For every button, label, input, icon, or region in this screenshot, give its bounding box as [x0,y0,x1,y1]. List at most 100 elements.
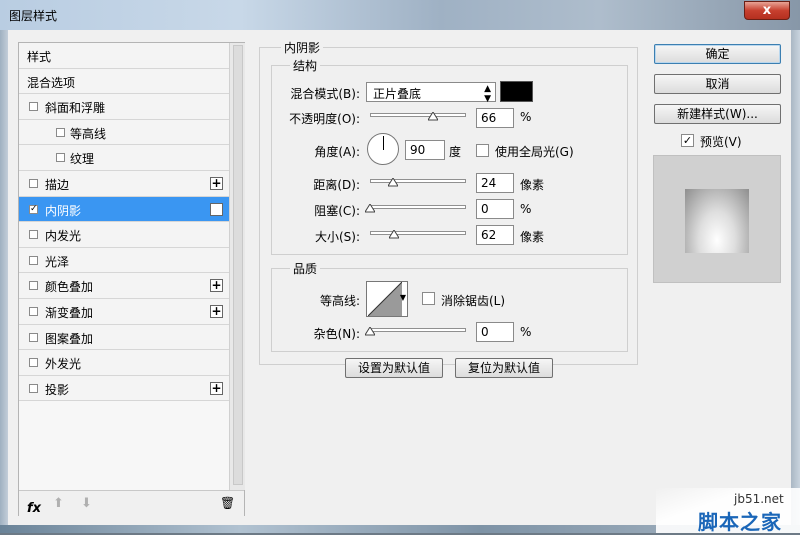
window-right-border [791,30,800,533]
style-row[interactable]: 斜面和浮雕 [19,94,229,120]
angle-dial[interactable] [367,133,399,165]
style-row-label: 混合选项 [27,75,76,90]
close-button[interactable]: x [744,1,790,20]
opacity-unit: % [520,110,532,124]
choke-input[interactable]: 0 [476,199,514,219]
style-row-label: 等高线 [70,126,107,141]
add-effect-icon[interactable]: + [210,381,223,395]
blend-mode-value: 正片叠底 [373,87,422,101]
style-row[interactable]: 渐变叠加 + [19,298,229,325]
section-title: 内阴影 [281,39,324,56]
style-row[interactable]: 外发光 [19,350,229,376]
contour-curve-icon [368,282,402,316]
style-checkbox[interactable] [29,102,38,112]
ok-button[interactable]: 确定 [654,44,781,64]
style-list-scrollbar[interactable] [229,43,245,490]
noise-input[interactable]: 0 [476,322,514,342]
contour-dropdown-icon[interactable]: ▼ [400,293,406,302]
style-row-label: 描边 [45,177,70,192]
style-checkbox[interactable] [29,383,38,393]
style-row-label: 斜面和浮雕 [45,101,106,116]
style-row[interactable]: 样式 [19,43,229,69]
blend-mode-select[interactable]: 正片叠底 ▲ ▼ [366,82,496,104]
choke-unit: % [520,202,532,216]
blend-mode-label: 混合模式(B): [290,87,360,101]
preview-checkbox[interactable]: ✓ [681,134,694,147]
select-arrows-icon: ▲ ▼ [484,84,491,104]
preview-thumbnail [685,189,749,253]
trash-icon[interactable]: 🗑 [220,496,235,510]
style-checkbox[interactable] [29,306,38,316]
style-row[interactable]: ✓ 内阴影 + [19,196,229,223]
add-effect-icon[interactable]: + [210,176,223,190]
size-input[interactable]: 62 [476,225,514,245]
noise-slider[interactable] [370,328,466,332]
size-slider[interactable] [370,231,466,235]
watermark-brand: 脚本之家 [698,510,782,534]
style-checkbox[interactable] [29,255,38,265]
new-style-button[interactable]: 新建样式(W)... [654,104,781,124]
choke-slider-thumb[interactable] [365,204,375,214]
distance-unit: 像素 [520,178,545,192]
cancel-button[interactable]: 取消 [654,74,781,94]
opacity-input[interactable]: 66 [476,108,514,128]
preview-label: 预览(V) [700,135,742,149]
style-checkbox[interactable] [29,230,38,240]
style-checkbox[interactable] [29,358,38,368]
style-checkbox[interactable] [56,153,65,163]
distance-input[interactable]: 24 [476,173,514,193]
style-list-footer: fx. ⬆ ⬇ 🗑 [19,490,244,516]
add-effect-icon[interactable]: + [210,202,223,216]
anti-alias-label: 消除锯齿(L) [441,294,506,308]
distance-slider[interactable] [370,179,466,183]
contour-picker[interactable]: ▼ [366,281,408,317]
angle-unit: 度 [449,145,462,159]
choke-slider[interactable] [370,205,466,209]
distance-slider-thumb[interactable] [388,178,399,188]
angle-input[interactable]: 90 [405,140,445,160]
size-unit: 像素 [520,230,545,244]
style-row-label: 内阴影 [45,203,82,218]
style-row[interactable]: 投影 + [19,375,229,402]
add-effect-icon[interactable]: + [210,304,223,318]
quality-title: 品质 [290,260,321,277]
style-checkbox[interactable] [29,281,38,291]
opacity-slider-thumb[interactable] [428,112,439,122]
scrollbar-thumb[interactable] [233,45,243,485]
style-checkbox[interactable] [56,127,65,137]
style-row[interactable]: 图案叠加 [19,324,229,351]
move-down-icon[interactable]: ⬇ [81,496,92,511]
noise-slider-thumb[interactable] [365,327,375,337]
noise-unit: % [520,325,532,339]
reset-default-button[interactable]: 复位为默认值 [455,358,553,378]
style-row[interactable]: 纹理 [19,145,229,171]
anti-alias-checkbox[interactable] [422,292,435,305]
contour-label: 等高线: [319,294,360,308]
style-row[interactable]: 等高线 [19,119,229,146]
style-checkbox[interactable] [29,178,38,188]
style-row-label: 图案叠加 [45,331,94,346]
style-row-label: 光泽 [45,254,70,269]
global-light-checkbox[interactable] [476,144,489,157]
shadow-color-swatch[interactable] [500,81,533,102]
style-row[interactable]: 颜色叠加 + [19,273,229,299]
style-checkbox[interactable] [29,332,38,342]
window-title: 图层样式 [9,9,58,23]
size-slider-thumb[interactable] [389,230,399,240]
angle-dial-needle [383,136,384,150]
fx-dropdown-icon: . [27,501,32,516]
move-up-icon[interactable]: ⬆ [53,496,64,511]
angle-label: 角度(A): [314,145,360,159]
make-default-button[interactable]: 设置为默认值 [345,358,443,378]
opacity-slider[interactable] [370,113,466,117]
style-checkbox[interactable]: ✓ [29,204,38,214]
global-light-label: 使用全局光(G) [495,145,574,159]
style-row[interactable]: 内发光 [19,222,229,248]
title-bar: 图层样式 x [0,0,800,30]
style-row[interactable]: 混合选项 [19,68,229,95]
style-row[interactable]: 光泽 [19,247,229,274]
watermark: jb51.net 脚本之家 [656,488,800,534]
style-row[interactable]: 描边 + [19,170,229,197]
add-effect-icon[interactable]: + [210,279,223,293]
noise-label: 杂色(N): [313,327,360,341]
